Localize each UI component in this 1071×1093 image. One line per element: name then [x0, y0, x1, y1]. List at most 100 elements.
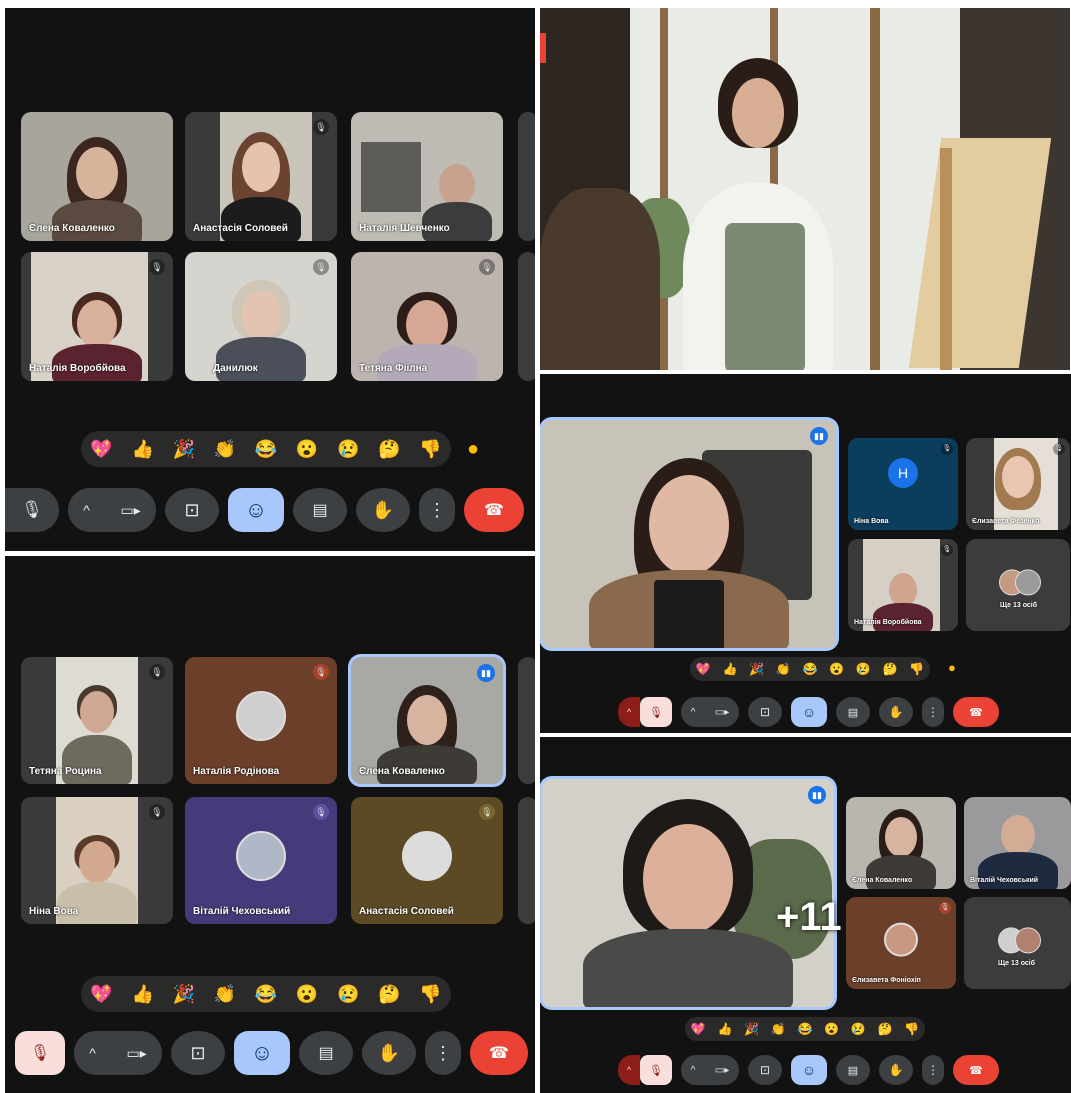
participant-tile[interactable]: H 🎙 Ніна Вова — [848, 438, 958, 530]
participant-tile-partial — [518, 657, 535, 784]
present-button[interactable]: ⊡ — [165, 488, 219, 532]
clap-reaction[interactable]: 👏 — [771, 1022, 786, 1036]
participant-tile[interactable]: 🎙 Ніна Вова — [21, 797, 173, 924]
participant-tile-speaking[interactable]: ▮▮ Єлена Коваленко — [351, 657, 503, 784]
raise-hand-button[interactable]: ✋ — [879, 697, 913, 727]
participant-tile[interactable]: Наталія Шевченко — [351, 112, 503, 241]
thumbs-up-reaction[interactable]: 👍 — [131, 984, 153, 1005]
surprised-reaction[interactable]: 😮 — [824, 1022, 839, 1036]
sad-reaction[interactable]: 😢 — [856, 662, 871, 676]
hangup-button[interactable]: ☎ — [953, 1055, 999, 1085]
participant-tile[interactable]: 🎙 Єлизавета Фоніохіп — [846, 897, 956, 989]
participant-tile[interactable]: 🎙 Анастасія Соловей — [351, 797, 503, 924]
thumbs-up-reaction[interactable]: 👍 — [723, 662, 738, 676]
mic-options-button[interactable]: ^ — [618, 1055, 640, 1085]
thinking-reaction[interactable]: 🤔 — [378, 984, 400, 1005]
captions-icon: ▤ — [847, 706, 859, 719]
thinking-reaction[interactable]: 🤔 — [882, 662, 897, 676]
thumbs-down-reaction[interactable]: 👎 — [909, 662, 924, 676]
laugh-reaction[interactable]: 😂 — [255, 439, 277, 460]
sad-reaction[interactable]: 😢 — [337, 984, 359, 1005]
participant-tile[interactable]: 🎙 Єлизавета Фезенко — [966, 438, 1070, 530]
more-options-button[interactable]: ⋮ — [425, 1031, 461, 1075]
more-options-button[interactable]: ⋮ — [419, 488, 455, 532]
clap-reaction[interactable]: 👏 — [776, 662, 791, 676]
party-reaction[interactable]: 🎉 — [744, 1022, 759, 1036]
sad-reaction[interactable]: 😢 — [337, 439, 359, 460]
hangup-button[interactable]: ☎ — [953, 697, 999, 727]
heart-reaction[interactable]: 💖 — [696, 662, 711, 676]
laugh-reaction[interactable]: 😂 — [802, 662, 817, 676]
surprised-reaction[interactable]: 😮 — [296, 439, 318, 460]
mic-off-icon: 🎙 — [313, 664, 329, 680]
more-participants-label: Ще 13 осіб — [998, 960, 1036, 967]
meet-panel-top-left: Єлена Коваленко 🎙 Анастасія Соловей Ната… — [5, 8, 535, 551]
thumbs-down-reaction[interactable]: 👎 — [419, 984, 441, 1005]
emoji-button[interactable]: ☺ — [234, 1031, 290, 1075]
present-button[interactable]: ⊡ — [748, 1055, 782, 1085]
mic-off-button[interactable]: 🎙 — [640, 697, 672, 727]
mic-button[interactable]: 🎙 — [5, 488, 59, 532]
heart-reaction[interactable]: 💖 — [90, 984, 112, 1005]
participant-tile[interactable]: 🎙 Тетяна Роцина — [21, 657, 173, 784]
participant-tile[interactable]: Єлена Коваленко — [846, 797, 956, 889]
captions-button[interactable]: ▤ — [836, 1055, 870, 1085]
party-reaction[interactable]: 🎉 — [173, 984, 195, 1005]
captions-button[interactable]: ▤ — [299, 1031, 353, 1075]
emoji-button[interactable]: ☺ — [228, 488, 284, 532]
emoji-button[interactable]: ☺ — [791, 1055, 827, 1085]
participant-tile-partial — [518, 252, 535, 381]
main-speaker-tile[interactable]: ▮▮ — [542, 779, 834, 1007]
participant-tile[interactable]: 🎙 Данилюк — [185, 252, 337, 381]
participant-tile[interactable]: 🎙 Тетяна Фіілна — [351, 252, 503, 381]
hangup-button[interactable]: ☎ — [464, 488, 524, 532]
participant-tile[interactable]: 🎙 Наталія Воробйова — [848, 539, 958, 631]
mic-options-button[interactable]: ^ — [618, 697, 640, 727]
raise-hand-button[interactable]: ✋ — [362, 1031, 416, 1075]
more-participants-tile[interactable]: Ще 13 осіб — [964, 897, 1071, 989]
mic-off-button[interactable]: 🎙 — [15, 1031, 65, 1075]
thinking-reaction[interactable]: 🤔 — [877, 1022, 892, 1036]
thumbs-up-reaction[interactable]: 👍 — [131, 439, 153, 460]
captions-button[interactable]: ▤ — [293, 488, 347, 532]
party-reaction[interactable]: 🎉 — [173, 439, 195, 460]
thumbs-up-reaction[interactable]: 👍 — [718, 1022, 733, 1036]
mic-off-icon: 🎙 — [939, 902, 951, 914]
present-button[interactable]: ⊡ — [171, 1031, 225, 1075]
clap-reaction[interactable]: 👏 — [214, 439, 236, 460]
captions-button[interactable]: ▤ — [836, 697, 870, 727]
more-options-button[interactable]: ⋮ — [922, 697, 944, 727]
participant-tile[interactable]: Віталій Чеховський — [964, 797, 1071, 889]
more-participants-tile[interactable]: Ще 13 осіб — [966, 539, 1070, 631]
hangup-button[interactable]: ☎ — [470, 1031, 528, 1075]
thumbs-down-reaction[interactable]: 👎 — [904, 1022, 919, 1036]
clap-reaction[interactable]: 👏 — [214, 984, 236, 1005]
more-options-button[interactable]: ⋮ — [922, 1055, 944, 1085]
camera-button[interactable]: ^ ▭▸ — [68, 488, 156, 532]
sad-reaction[interactable]: 😢 — [851, 1022, 866, 1036]
participant-tile[interactable]: Єлена Коваленко — [21, 112, 173, 241]
camera-button[interactable]: ^ ▭▸ — [681, 1055, 739, 1085]
raise-hand-button[interactable]: ✋ — [879, 1055, 913, 1085]
present-button[interactable]: ⊡ — [748, 697, 782, 727]
participant-tile[interactable]: 🎙 Наталія Воробйова — [21, 252, 173, 381]
party-reaction[interactable]: 🎉 — [749, 662, 764, 676]
thinking-reaction[interactable]: 🤔 — [378, 439, 400, 460]
participant-tile[interactable]: 🎙 Наталія Родінова — [185, 657, 337, 784]
raise-hand-button[interactable]: ✋ — [356, 488, 410, 532]
camera-button[interactable]: ^ ▭▸ — [74, 1031, 162, 1075]
heart-reaction[interactable]: 💖 — [90, 439, 112, 460]
participant-tile[interactable]: 🎙 Віталій Чеховський — [185, 797, 337, 924]
participant-tile[interactable]: 🎙 Анастасія Соловей — [185, 112, 337, 241]
camera-button[interactable]: ^ ▭▸ — [681, 697, 739, 727]
laugh-reaction[interactable]: 😂 — [255, 984, 277, 1005]
surprised-reaction[interactable]: 😮 — [296, 984, 318, 1005]
chevron-up-icon: ^ — [690, 1064, 696, 1076]
main-speaker-tile[interactable]: ▮▮ — [542, 420, 836, 648]
mic-off-button[interactable]: 🎙 — [640, 1055, 672, 1085]
heart-reaction[interactable]: 💖 — [691, 1022, 706, 1036]
emoji-button[interactable]: ☺ — [791, 697, 827, 727]
thumbs-down-reaction[interactable]: 👎 — [419, 439, 441, 460]
laugh-reaction[interactable]: 😂 — [797, 1022, 812, 1036]
surprised-reaction[interactable]: 😮 — [829, 662, 844, 676]
